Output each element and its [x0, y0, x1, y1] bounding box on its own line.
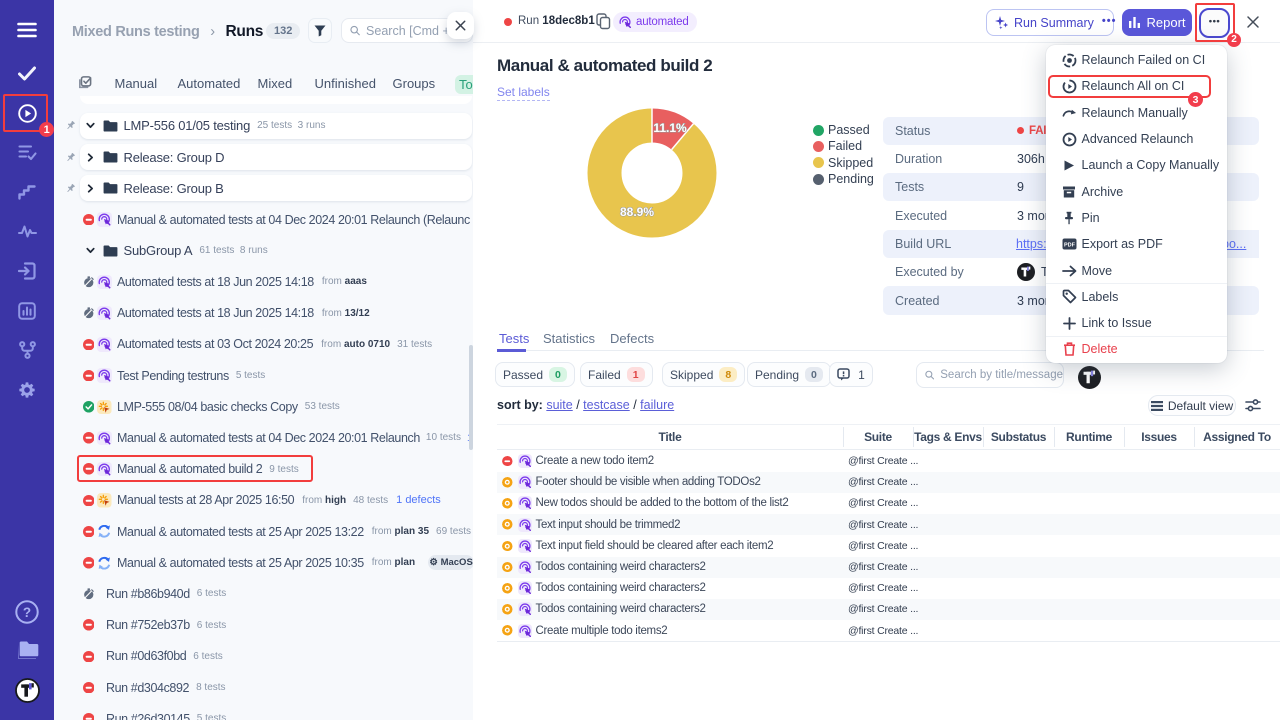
svg-text:?: ?: [23, 605, 31, 620]
svg-text:PDF: PDF: [1064, 243, 1076, 249]
svg-text:11.1%: 11.1%: [653, 121, 687, 135]
svg-text:88.9%: 88.9%: [620, 205, 654, 219]
